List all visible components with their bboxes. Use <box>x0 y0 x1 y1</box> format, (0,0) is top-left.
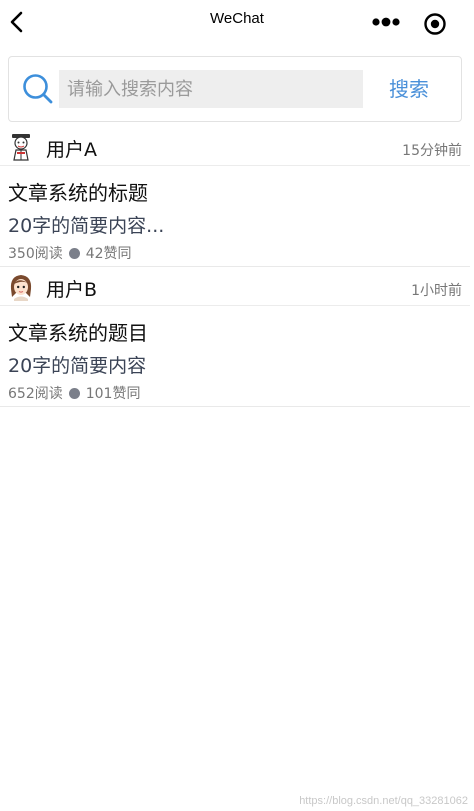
article-stats: 350阅读 42赞同 <box>8 243 132 263</box>
article-title[interactable]: 文章系统的标题 <box>8 177 148 206</box>
divider <box>0 266 470 267</box>
cartoon-avatar-icon <box>12 134 30 161</box>
article-header: 用户A 15分钟前 <box>0 128 470 166</box>
page: WeChat 搜索 <box>0 0 474 811</box>
read-count: 350阅读 <box>8 246 63 262</box>
like-count: 42赞同 <box>85 246 132 262</box>
article-summary: 20字的简要内容... <box>8 215 165 237</box>
read-count: 652阅读 <box>8 386 63 402</box>
search-icon <box>23 74 53 104</box>
capsule-close-icon[interactable] <box>421 10 449 38</box>
article-header: 用户B 1小时前 <box>0 268 470 306</box>
divider <box>0 406 470 407</box>
search-input[interactable] <box>59 70 363 108</box>
author-name: 用户A <box>46 139 97 161</box>
article-item[interactable]: 用户B 1小时前 文章系统的题目 20字的简要内容 652阅读 101赞同 <box>0 268 470 407</box>
post-time: 15分钟前 <box>402 143 462 159</box>
search-bar: 搜索 <box>8 56 462 122</box>
post-time: 1小时前 <box>411 283 462 299</box>
girl-avatar-icon <box>10 275 32 301</box>
watermark: https://blog.csdn.net/qq_33281062 <box>299 795 468 807</box>
more-dots-icon[interactable] <box>370 12 402 32</box>
article-title[interactable]: 文章系统的题目 <box>8 317 148 346</box>
page-title: WeChat <box>210 10 264 27</box>
search-button[interactable]: 搜索 <box>379 72 439 106</box>
author-name: 用户B <box>46 279 98 301</box>
navbar: WeChat <box>0 0 474 44</box>
separator-dot-icon <box>68 387 80 399</box>
separator-dot-icon <box>68 247 80 259</box>
article-item[interactable]: 用户A 15分钟前 文章系统的标题 20字的简要内容... 350阅读 42赞同 <box>0 128 470 267</box>
article-stats: 652阅读 101赞同 <box>8 383 140 403</box>
article-summary: 20字的简要内容 <box>8 355 147 377</box>
like-count: 101赞同 <box>85 386 141 402</box>
